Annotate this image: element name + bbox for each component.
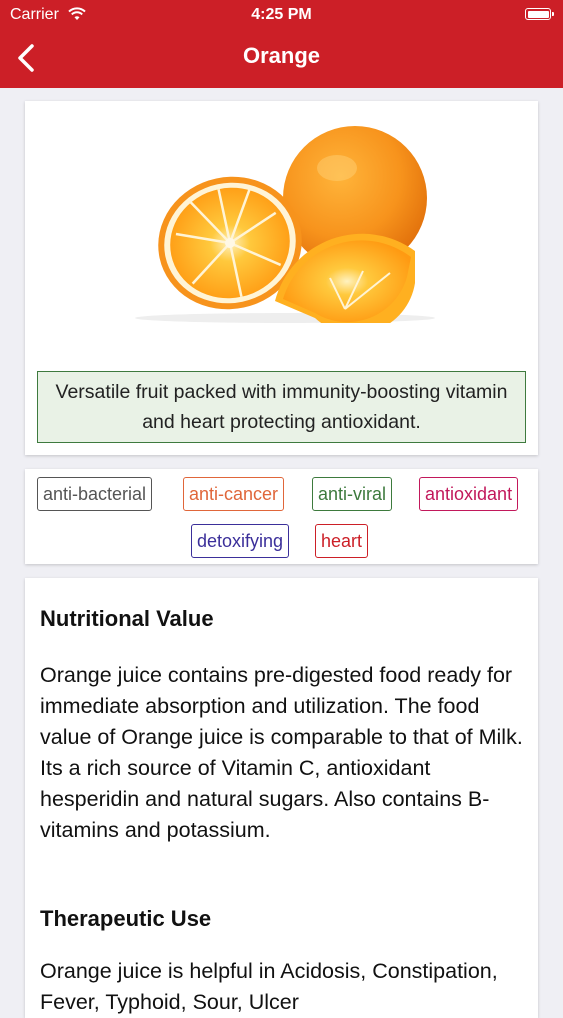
tags-card: anti-bacterial anti-cancer anti-viral an…	[25, 469, 538, 564]
therapeutic-use-heading: Therapeutic Use	[40, 906, 212, 931]
tag-anti-viral[interactable]: anti-viral	[312, 477, 393, 511]
tag-antioxidant[interactable]: antioxidant	[419, 477, 519, 511]
hero-card: Versatile fruit packed with immunity-boo…	[25, 101, 538, 455]
tag-detoxifying[interactable]: detoxifying	[191, 524, 290, 558]
content-card: Nutritional Value Orange juice contains …	[25, 578, 538, 1018]
status-time: 4:25 PM	[251, 6, 312, 23]
battery-icon	[525, 8, 554, 20]
status-bar: Carrier 4:25 PM	[0, 0, 563, 30]
tag-heart[interactable]: heart	[315, 524, 369, 558]
nutritional-value-heading: Nutritional Value	[40, 606, 214, 631]
nutritional-value-text: Orange juice contains pre-digested food …	[40, 663, 523, 842]
orange-fruit-image	[135, 126, 435, 323]
fruit-description: Versatile fruit packed with immunity-boo…	[37, 371, 526, 443]
therapeutic-use-text: Orange juice is helpful in Acidosis, Con…	[40, 959, 498, 1014]
tag-anti-cancer[interactable]: anti-cancer	[183, 477, 285, 511]
page-title: Orange	[242, 43, 321, 68]
tag-anti-bacterial[interactable]: anti-bacterial	[37, 477, 153, 511]
navigation-bar: Carrier 4:25 PM Orange	[0, 0, 563, 88]
